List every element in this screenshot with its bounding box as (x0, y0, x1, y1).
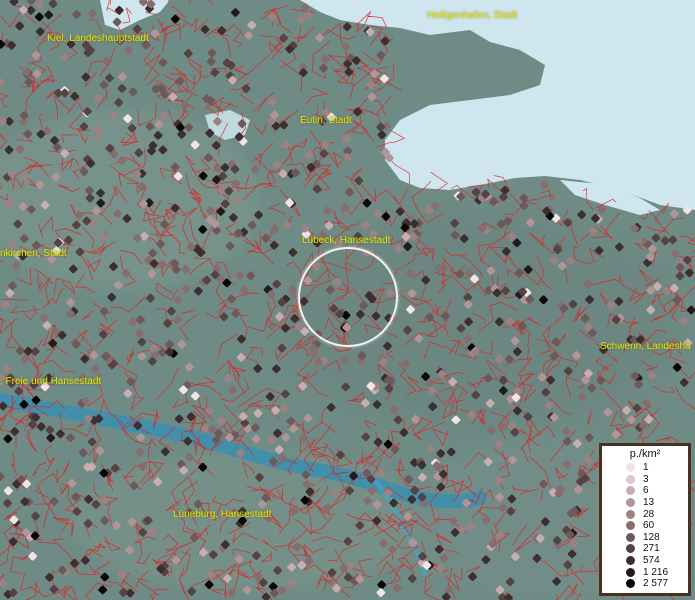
legend-item: 1 (602, 462, 688, 474)
legend-swatch (626, 532, 635, 542)
city-label-hamburg[interactable]: , Freie und Hansestadt (0, 376, 101, 387)
city-label-schwerin[interactable]: Schwerin, Landesha (600, 341, 691, 352)
legend-item: 3 (602, 474, 688, 486)
legend-item: 60 (602, 520, 688, 532)
legend-label: 2 577 (643, 578, 669, 590)
city-label-heiligenhafen[interactable]: Heiligenhafen, Stadt (427, 10, 517, 21)
legend-label: 1 216 (643, 566, 669, 578)
city-label-luebeck[interactable]: Lübeck, Hansestadt (302, 235, 390, 246)
city-label-lueneburg[interactable]: Lüneburg, Hansestadt (173, 509, 271, 520)
legend-swatch (626, 498, 635, 508)
legend-swatch (626, 579, 635, 589)
legend-label: 28 (643, 508, 655, 520)
legend-item: 2 577 (602, 578, 688, 590)
legend-label: 128 (643, 531, 660, 543)
legend-item: 128 (602, 532, 688, 544)
legend-item: 6 (602, 485, 688, 497)
focus-circle[interactable] (298, 247, 398, 347)
legend-swatch (626, 544, 635, 554)
city-label-kiel[interactable]: Kiel, Landeshauptstadt (47, 33, 149, 44)
legend-label: 3 (643, 473, 649, 485)
legend-swatch (626, 556, 635, 566)
legend-item: 13 (602, 497, 688, 509)
city-label-neumuenster[interactable]: nkirchen, Stadt (0, 248, 67, 259)
legend-item: 1 216 (602, 566, 688, 578)
legend-swatch (626, 486, 635, 496)
legend-label: 271 (643, 543, 660, 555)
legend-label: 60 (643, 520, 655, 532)
density-legend: p./km² 1 3 6 13 28 60 128 271 574 1 216 2 577 (599, 443, 691, 596)
legend-item: 574 (602, 555, 688, 567)
legend-item: 271 (602, 543, 688, 555)
legend-label: 6 (643, 485, 649, 497)
legend-label: 574 (643, 555, 660, 567)
legend-item: 28 (602, 508, 688, 520)
city-label-eutin[interactable]: Eutin, Stadt (300, 115, 352, 126)
legend-swatch (626, 509, 635, 519)
legend-swatch (626, 474, 635, 484)
legend-title: p./km² (629, 448, 661, 460)
legend-items: 1 3 6 13 28 60 128 271 574 1 216 2 577 (602, 462, 688, 590)
legend-label: 13 (643, 497, 655, 509)
legend-swatch (626, 567, 635, 577)
legend-swatch (626, 463, 635, 473)
legend-label: 1 (643, 462, 649, 474)
legend-swatch (626, 521, 635, 531)
